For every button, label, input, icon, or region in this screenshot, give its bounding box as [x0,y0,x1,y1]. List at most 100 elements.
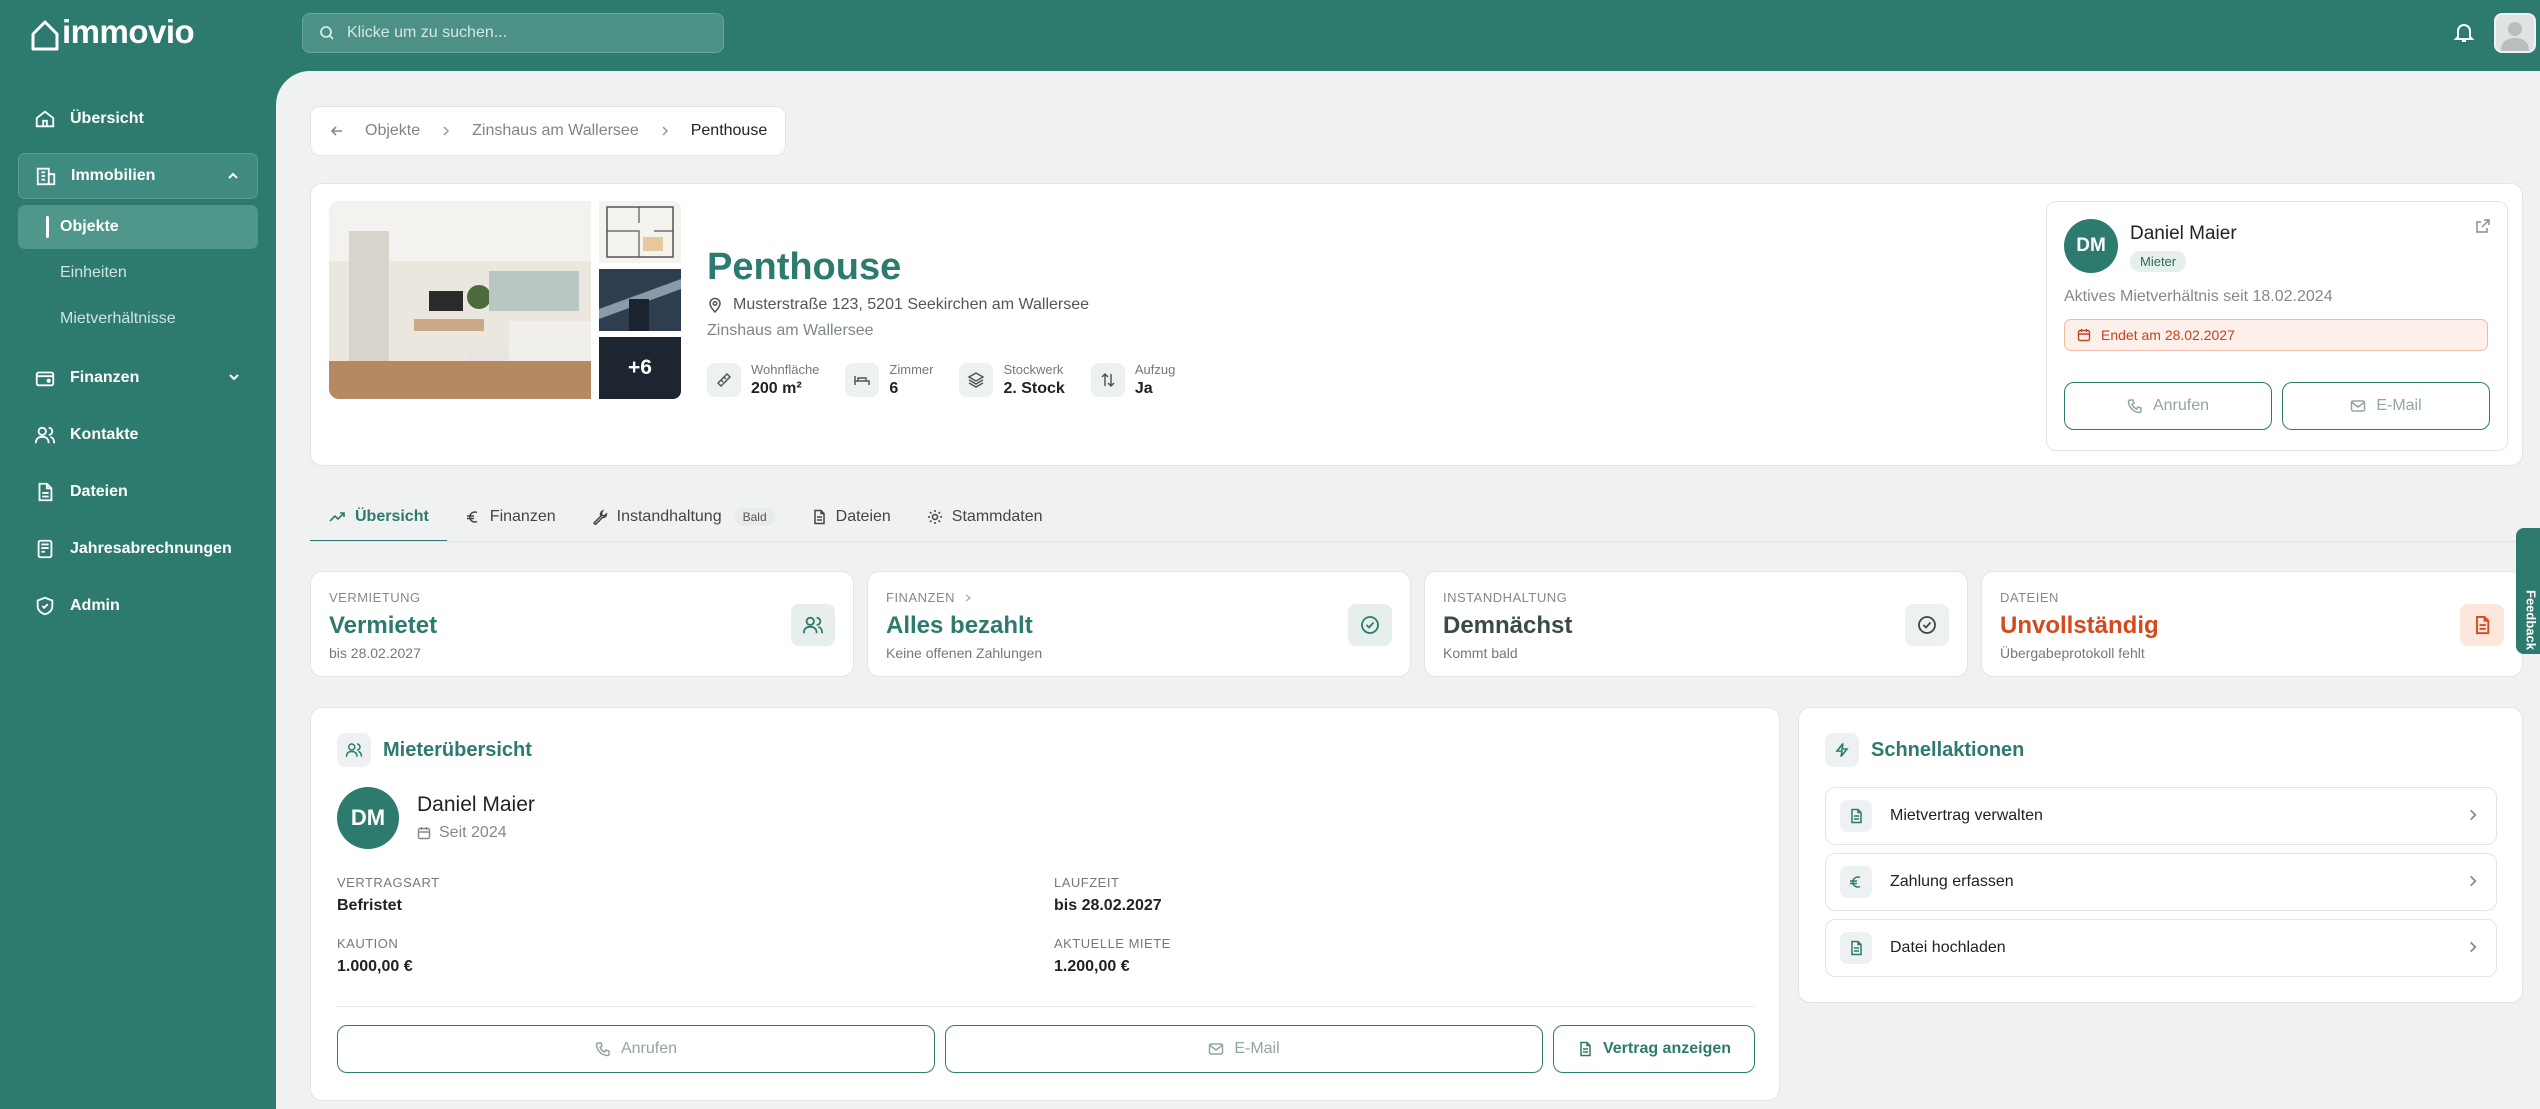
quick-action-item[interactable]: Zahlung erfassen [1825,853,2497,911]
trend-icon [329,512,345,522]
tenancy-end-text: Endet am 28.02.2027 [2101,327,2235,343]
floorplan-thumbnail[interactable] [599,201,681,263]
sidebar-item-label: Übersicht [70,110,144,127]
tab-uebersicht[interactable]: Übersicht [310,492,447,542]
logo[interactable]: immovio [30,12,195,52]
section-title: Mieterübersicht [383,738,532,761]
sidebar-item-admin[interactable]: Admin [18,583,258,629]
breadcrumb: Objekte Zinshaus am Wallersee Penthouse [310,106,787,156]
stat-card-instandhaltung[interactable]: INSTANDHALTUNG Demnächst Kommt bald [1424,571,1968,677]
fact-stockwerk: Stockwerk 2. Stock [959,362,1065,398]
floorplan-image [606,206,674,258]
euro-icon [1850,876,1861,888]
sidebar-item-label: Admin [70,597,120,614]
property-photo[interactable] [329,201,591,399]
chevron-right-icon [443,126,450,136]
quick-action-label: Datei hochladen [1890,939,2006,956]
breadcrumb-current: Penthouse [690,122,768,139]
stat-card-finanzen[interactable]: FINANZEN Alles bezahlt Keine offenen Zah… [867,571,1411,677]
document-icon [1580,1041,1591,1057]
stat-value: Vermietet [329,612,438,639]
feedback-label: Feedback [2523,590,2539,650]
sidebar-item-jahresabrechnungen[interactable]: Jahresabrechnungen [18,526,258,572]
sidebar-nav: Übersicht Immobilien Objekte Einheiten M… [18,96,258,640]
phone-icon [595,1042,610,1057]
search-input[interactable]: Klicke um zu suchen... [302,13,724,53]
wrench-icon [592,509,607,525]
sidebar-item-finanzen[interactable]: Finanzen [18,355,258,401]
stat-label: VERMIETUNG [329,590,421,605]
chevron-up-icon[interactable] [225,168,241,184]
email-button[interactable]: E-Mail [2282,382,2490,430]
external-link-icon[interactable] [2475,218,2491,234]
stat-card-vermietung[interactable]: VERMIETUNG Vermietet bis 28.02.2027 [310,571,854,677]
photo-thumbnail[interactable] [599,269,681,331]
email-button[interactable]: E-Mail [945,1025,1543,1073]
tenancy-end-badge: Endet am 28.02.2027 [2064,319,2488,351]
stat-label: DATEIEN [2000,590,2059,605]
tenant-name[interactable]: Daniel Maier [417,793,535,817]
sidebar-item-label: Kontakte [70,426,139,443]
breadcrumb-item[interactable]: Objekte [365,122,420,140]
user-avatar[interactable] [2494,13,2536,53]
file-icon [38,482,53,502]
tab-finanzen[interactable]: Finanzen [447,492,574,542]
bell-icon[interactable] [2452,20,2476,44]
tab-stammdaten[interactable]: Stammdaten [909,492,1061,542]
stat-value: Demnächst [1443,612,1573,639]
sidebar-item-label: Dateien [70,483,128,500]
tab-label: Instandhaltung [616,508,722,525]
sidebar-item-dateien[interactable]: Dateien [18,469,258,515]
phone-icon [2127,399,2142,414]
tab-label: Stammdaten [951,508,1043,525]
tab-instandhaltung[interactable]: Instandhaltung Bald [574,492,793,542]
sidebar-subitem-einheiten[interactable]: Einheiten [18,251,258,295]
tab-dateien[interactable]: Dateien [793,492,909,542]
breadcrumb-item[interactable]: Zinshaus am Wallersee [472,122,639,140]
feedback-tab[interactable]: Feedback [2516,528,2540,654]
call-button-label: Anrufen [620,1040,678,1057]
upload-file-icon [1851,940,1862,956]
tenant-overview-card: Mieterübersicht DM Daniel Maier Seit 202… [310,707,1780,1101]
user-avatar-icon [2501,22,2529,51]
sidebar-subitem-objekte[interactable]: Objekte [18,205,258,249]
quick-action-item[interactable]: Mietvertrag verwalten [1825,787,2497,845]
check-circle-icon [1918,616,1936,634]
sidebar-item-uebersicht[interactable]: Übersicht [18,96,258,142]
email-button-label: E-Mail [2376,397,2422,414]
tab-bar: Übersicht Finanzen Instandhaltung Bald D… [310,492,1061,542]
sidebar-subitem-mietverhaeltnisse[interactable]: Mietverhältnisse [18,297,258,341]
tab-label: Finanzen [489,508,556,525]
tenant-name: Daniel Maier [2130,223,2237,244]
field-label: LAUFZEIT [1054,875,1120,890]
sidebar-item-kontakte[interactable]: Kontakte [18,412,258,458]
users-icon [802,616,824,634]
stat-card-dateien[interactable]: DATEIEN Unvollständig Übergabeprotokoll … [1981,571,2523,677]
quick-action-item[interactable]: Datei hochladen [1825,919,2497,977]
fact-value: Ja [1134,380,1153,397]
section-title: Schnellaktionen [1871,738,2025,761]
call-button[interactable]: Anrufen [2064,382,2272,430]
quick-action-label: Mietvertrag verwalten [1890,807,2043,824]
chevron-right-icon [2470,809,2477,821]
building-name[interactable]: Zinshaus am Wallersee [707,322,874,340]
chevron-right-icon [2470,941,2477,953]
call-button[interactable]: Anrufen [337,1025,935,1073]
view-contract-label: Vertrag anzeigen [1602,1040,1732,1057]
more-photos-thumbnail[interactable]: +6 [599,337,681,399]
back-arrow-icon[interactable] [329,123,345,139]
property-header-card: +6 Penthouse Musterstraße 123, 5201 Seek… [310,183,2523,466]
fact-label: Wohnfläche [751,362,820,377]
chevron-right-icon [2470,875,2477,887]
chevron-down-icon[interactable] [226,369,242,385]
stat-value: Unvollständig [2000,612,2159,639]
call-button-label: Anrufen [2152,397,2210,414]
search-icon [320,26,334,40]
section-title-row: Schnellaktionen [1825,733,2024,767]
stat-icon-box [2460,604,2504,646]
field-label: KAUTION [337,936,399,951]
stat-subtext: Übergabeprotokoll fehlt [2000,645,2145,661]
sidebar-item-immobilien[interactable]: Immobilien [18,153,258,199]
view-contract-button[interactable]: Vertrag anzeigen [1553,1025,1755,1073]
stat-subtext: bis 28.02.2027 [329,645,421,661]
